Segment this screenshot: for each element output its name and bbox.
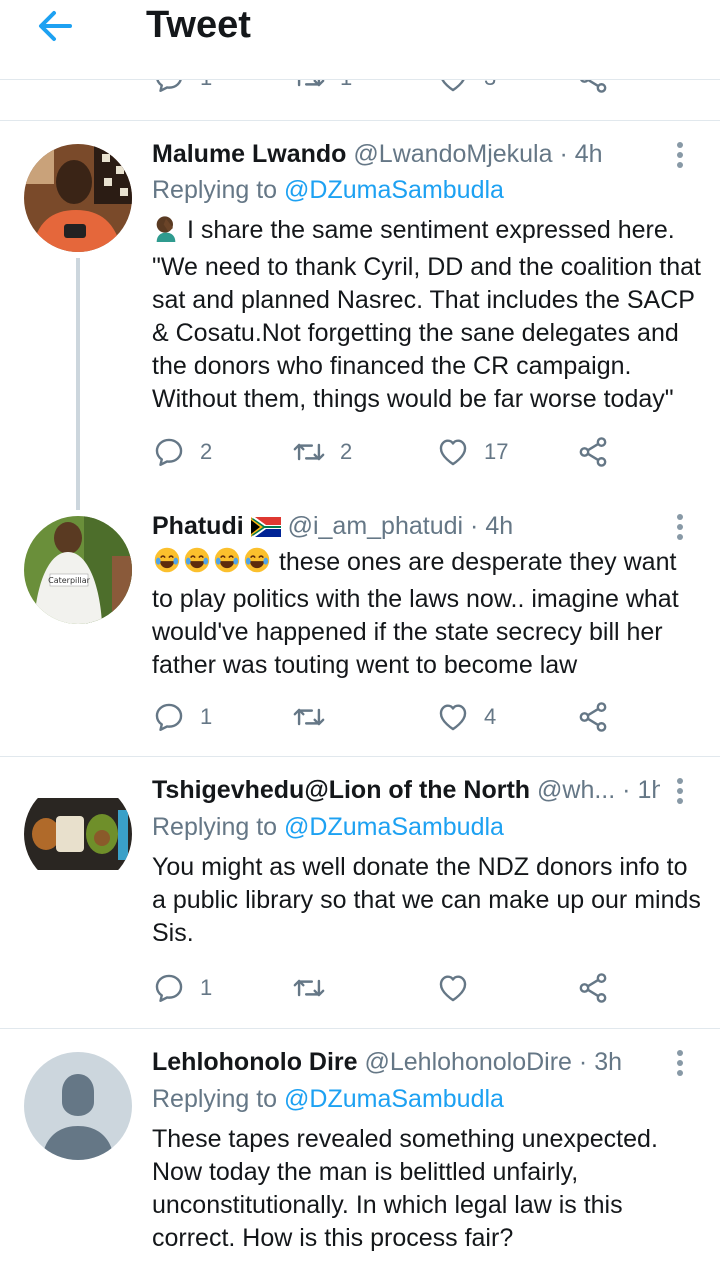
reply-button[interactable]: 1 (152, 968, 212, 1008)
reply-count: 1 (200, 704, 213, 729)
facepalm-emoji-icon (152, 214, 180, 251)
reply-button[interactable]: 2 (152, 432, 212, 472)
share-icon (576, 435, 610, 469)
display-name[interactable]: Lehlohonolo Dire (152, 1048, 358, 1076)
tweet-text: You might as well donate the NDZ donors … (152, 851, 702, 950)
tweet-text: these ones are desperate they want to pl… (152, 546, 702, 682)
divider (0, 1028, 720, 1029)
replying-to: Replying to @DZumaSambudla (152, 813, 504, 842)
replying-to: Replying to @DZumaSambudla (152, 176, 504, 205)
reply-icon (152, 971, 186, 1005)
retweet-icon (292, 700, 326, 734)
tweet-actions: 2 2 17 (152, 432, 632, 472)
laughing-emoji-icon (152, 546, 272, 583)
page-title: Tweet (146, 4, 251, 46)
more-options-icon (670, 514, 690, 540)
user-handle[interactable]: @LehlohonoloDire (365, 1048, 572, 1076)
more-options-button[interactable] (670, 774, 690, 814)
thread-line (76, 258, 80, 510)
retweet-button[interactable] (292, 968, 326, 1008)
like-icon (436, 971, 470, 1005)
like-count: 17 (484, 439, 509, 464)
avatar[interactable] (24, 144, 132, 252)
retweet-icon (292, 435, 326, 469)
retweet-count: 2 (340, 439, 353, 464)
replying-to: Replying to @DZumaSambudla (152, 1085, 504, 1114)
tweet-header: Tshigevhedu@Lion of the North @wh... · 1… (152, 776, 660, 805)
back-button[interactable] (30, 6, 80, 46)
like-button[interactable]: 17 (436, 432, 508, 472)
display-name[interactable]: Tshigevhedu@Lion of the North (152, 776, 530, 804)
like-button[interactable]: 4 (436, 697, 496, 737)
share-icon (576, 700, 610, 734)
svg-text:Caterpillar: Caterpillar (48, 576, 90, 585)
timestamp: 4h (485, 512, 514, 540)
reply-button[interactable]: 1 (152, 697, 212, 737)
replying-prefix: Replying to (152, 176, 278, 204)
separator-dot: · (578, 1048, 588, 1076)
divider (0, 756, 720, 757)
separator-dot: · (470, 512, 479, 540)
display-name[interactable]: Phatudi (152, 512, 244, 540)
tweet-actions: 1 4 (152, 697, 632, 737)
user-handle[interactable]: @LwandoMjekula (353, 140, 552, 168)
reply-icon (152, 700, 186, 734)
timestamp: 1h (637, 776, 660, 804)
tweet-actions: 1 (152, 968, 632, 1008)
tweet-text-content: These tapes revealed something unexpecte… (152, 1125, 658, 1252)
like-icon (436, 700, 470, 734)
display-name[interactable]: Malume Lwando (152, 140, 346, 168)
avatar[interactable] (24, 780, 132, 888)
user-handle[interactable]: @wh... (537, 776, 615, 804)
tweet-text: I share the same sentiment expressed her… (152, 214, 702, 416)
reply-count: 1 (200, 975, 213, 1000)
reply-count: 2 (200, 439, 213, 464)
tweet-text-content: You might as well donate the NDZ donors … (152, 853, 701, 947)
more-options-button[interactable] (670, 510, 690, 550)
share-button[interactable] (576, 697, 610, 737)
reply-icon (152, 435, 186, 469)
tweet-header: Malume Lwando @LwandoMjekula · 4h (152, 140, 660, 169)
tweet-text-content: I share the same sentiment expressed her… (152, 216, 701, 413)
avatar[interactable] (24, 1052, 132, 1160)
tweet-header: Phatudi @i_am_phatudi · 4h (152, 512, 660, 545)
default-avatar-icon (24, 1052, 132, 1160)
divider (0, 120, 720, 121)
more-options-icon (670, 142, 690, 168)
mention-link[interactable]: @DZumaSambudla (284, 813, 504, 841)
retweet-icon (292, 971, 326, 1005)
avatar[interactable]: Caterpillar (24, 516, 132, 624)
replying-prefix: Replying to (152, 1085, 278, 1113)
more-options-icon (670, 1050, 690, 1076)
retweet-button[interactable] (292, 697, 340, 737)
retweet-button[interactable]: 2 (292, 432, 352, 472)
separator-dot: · (559, 140, 568, 168)
more-options-icon (670, 778, 690, 804)
tweet-text: These tapes revealed something unexpecte… (152, 1123, 702, 1255)
mention-link[interactable]: @DZumaSambudla (284, 1085, 504, 1113)
south-africa-flag-icon (250, 516, 281, 545)
top-app-bar: Tweet (0, 0, 720, 80)
share-icon (576, 971, 610, 1005)
timestamp: 4h (574, 140, 603, 168)
more-options-button[interactable] (670, 138, 690, 178)
separator-dot: · (622, 776, 631, 804)
share-button[interactable] (576, 432, 610, 472)
like-count: 4 (484, 704, 497, 729)
share-button[interactable] (576, 968, 610, 1008)
mention-link[interactable]: @DZumaSambudla (284, 176, 504, 204)
tweet-header: Lehlohonolo Dire @LehlohonoloDire · 3h (152, 1048, 660, 1077)
more-options-button[interactable] (670, 1046, 690, 1086)
replying-prefix: Replying to (152, 813, 278, 841)
like-icon (436, 435, 470, 469)
like-button[interactable] (436, 968, 470, 1008)
user-handle[interactable]: @i_am_phatudi (288, 512, 464, 540)
timestamp: 3h (594, 1048, 623, 1076)
back-arrow-icon (39, 11, 72, 41)
